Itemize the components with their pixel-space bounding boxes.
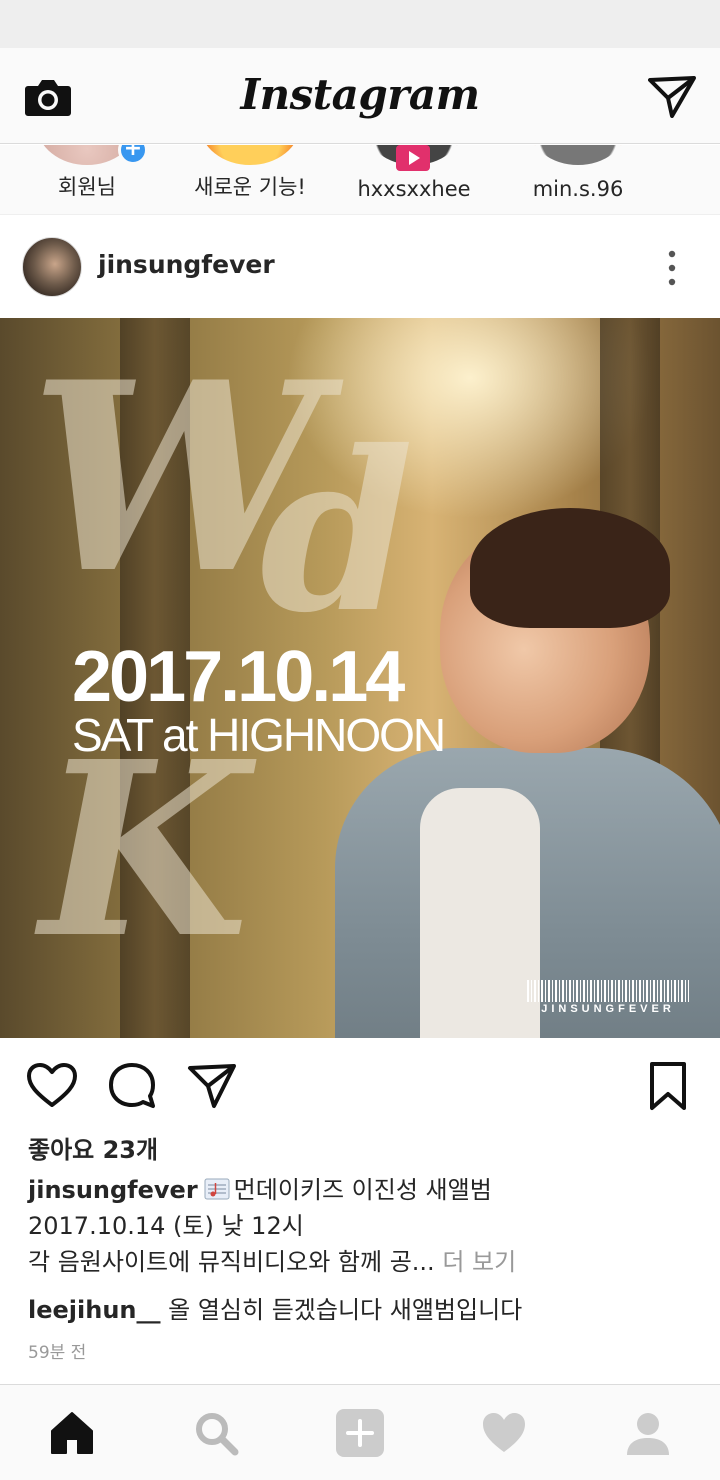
post-timestamp: 59분 전 <box>28 1343 87 1363</box>
bookmark-icon[interactable] <box>642 1060 694 1112</box>
photo-subject <box>420 788 540 1038</box>
story-label: 새로운 기능! <box>194 175 306 199</box>
post-username[interactable]: jinsungfever <box>98 250 275 279</box>
story-item[interactable]: 새로운 기능! <box>165 145 335 214</box>
post-header: jinsungfever <box>0 216 720 318</box>
caption-line-1: 먼데이키즈 이진성 새앨범 <box>233 1176 492 1204</box>
comment-username[interactable]: leejihun__ <box>28 1296 161 1324</box>
image-date-text: 2017.10.14 <box>72 637 405 717</box>
heart-icon[interactable] <box>480 1409 528 1457</box>
comment-row: leejihun__ 올 열심히 듣겠습니다 새앨범입니다 <box>28 1290 522 1325</box>
add-post-icon[interactable] <box>336 1409 384 1457</box>
status-bar <box>0 0 720 48</box>
like-count[interactable]: 좋아요 23개 <box>28 1130 158 1165</box>
home-icon[interactable] <box>48 1409 96 1457</box>
music-note-icon <box>204 1178 230 1200</box>
stories-tray[interactable]: + 회원님 새로운 기능! hxxsxxhee min.s.96 <box>0 145 720 215</box>
live-badge-icon <box>396 145 430 171</box>
photo-subject <box>470 508 670 628</box>
story-label: 회원님 <box>58 175 116 199</box>
story-item[interactable]: + 회원님 <box>2 145 172 214</box>
story-item[interactable]: hxxsxxhee <box>329 145 499 214</box>
image-sub-text: SAT at HIGHNOON <box>72 709 446 761</box>
app-logo: Instagram <box>240 70 480 119</box>
caption-username[interactable]: jinsungfever <box>28 1176 198 1204</box>
profile-icon[interactable] <box>624 1409 672 1457</box>
image-brand-text: JINSUNGFEVER <box>541 1003 675 1015</box>
story-label: min.s.96 <box>532 177 624 201</box>
top-bar: Instagram <box>0 48 720 144</box>
caption-line-2: 2017.10.14 (토) 낮 12시 <box>28 1212 304 1240</box>
story-avatar <box>200 145 300 165</box>
caption-line-3: 각 음원사이트에 뮤직비디오와 함께 공... <box>28 1248 435 1276</box>
post-info: 좋아요 23개 jinsungfever 먼데이키즈 이진성 새앨범 2017.1… <box>0 1128 720 1384</box>
bottom-tab-bar <box>0 1384 720 1480</box>
post-image[interactable]: W d K 2017.10.14 SAT at HIGHNOON JINSUNG… <box>0 318 720 1038</box>
story-item[interactable]: min.s.96 <box>493 145 663 214</box>
comment-icon[interactable] <box>106 1060 158 1112</box>
photo-decor: K <box>40 709 249 991</box>
paper-plane-icon[interactable] <box>648 74 696 118</box>
more-link[interactable]: 더 보기 <box>442 1248 516 1276</box>
avatar[interactable] <box>22 237 82 297</box>
post-caption: jinsungfever 먼데이키즈 이진성 새앨범 2017.10.14 (토)… <box>28 1172 692 1280</box>
barcode-graphic <box>527 980 689 1002</box>
more-options-icon[interactable] <box>660 248 684 288</box>
share-icon[interactable] <box>186 1060 238 1112</box>
heart-icon[interactable] <box>26 1060 78 1112</box>
search-icon[interactable] <box>192 1409 240 1457</box>
photo-decor: d <box>260 402 414 661</box>
story-label: hxxsxxhee <box>357 177 471 201</box>
comment-text: 올 열심히 듣겠습니다 새앨범입니다 <box>168 1296 523 1324</box>
add-story-badge[interactable]: + <box>118 145 148 165</box>
story-avatar <box>528 145 628 165</box>
post-actions <box>0 1038 720 1128</box>
